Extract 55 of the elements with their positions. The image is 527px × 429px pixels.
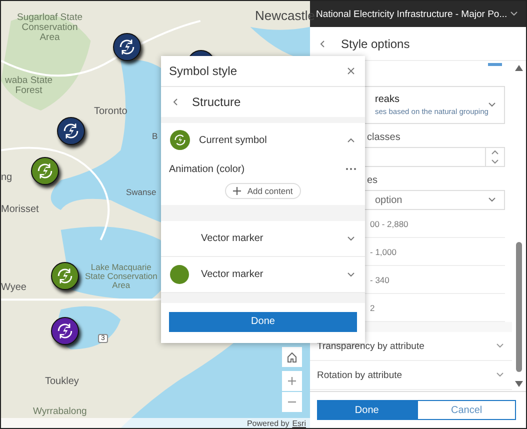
attribution-link[interactable]: Esri — [292, 418, 306, 428]
close-icon[interactable] — [347, 67, 355, 75]
zoom-in-button[interactable] — [282, 371, 302, 391]
layer-name: Animation (color) — [169, 164, 245, 174]
map-label: Morisset — [1, 205, 39, 216]
cancel-button[interactable]: Cancel — [416, 400, 516, 420]
section-header[interactable]: Transparency by attribute — [310, 332, 512, 361]
chevron-icon — [488, 102, 496, 108]
chevron-icon[interactable] — [347, 272, 355, 278]
plus-icon — [233, 187, 242, 195]
section-header[interactable]: Rotation by attribute — [310, 361, 512, 390]
home-button[interactable] — [282, 347, 302, 367]
map-label: B — [152, 132, 158, 141]
increment-icon[interactable] — [491, 150, 500, 155]
chevron-icon[interactable] — [347, 236, 355, 242]
panel-subtitle: Style options — [341, 36, 410, 50]
done-button[interactable]: Done — [169, 312, 357, 332]
map-label: Wyrrabalong — [33, 407, 87, 417]
map-label: Toukley — [45, 377, 79, 388]
map-label: Sugarloaf State Conservation Area — [17, 13, 82, 43]
chevron-icon[interactable] — [510, 11, 518, 17]
map-label: Toronto — [94, 107, 128, 118]
layer-label[interactable]: Vector marker — [201, 269, 335, 280]
map-label: Swanse — [126, 188, 156, 197]
add-content-button[interactable]: Add content — [225, 183, 301, 199]
layer-label[interactable]: Vector marker — [201, 233, 335, 244]
scrollbar-thumb[interactable] — [516, 242, 522, 372]
range-label: 2 — [370, 302, 375, 312]
decrement-icon[interactable] — [491, 159, 500, 164]
method-title: reaks — [375, 94, 400, 105]
plus-icon — [287, 376, 297, 386]
dialog-title: Symbol style — [169, 64, 238, 78]
dialog-subtitle: Structure — [192, 95, 241, 109]
map-label: Lake Macquarie State Conservation Area — [85, 263, 158, 290]
range-label: 00 - 2,880 — [370, 218, 408, 228]
range-label: - 1,000 — [370, 246, 396, 256]
field-label: classes — [367, 132, 400, 143]
attribution-text: Powered by — [246, 418, 290, 428]
map-label: Wyee — [1, 283, 26, 294]
minus-icon — [287, 401, 297, 403]
home-icon — [286, 351, 298, 363]
scroll-down-icon[interactable] — [515, 381, 524, 387]
more-icon[interactable] — [345, 167, 357, 171]
back-icon[interactable] — [319, 40, 325, 48]
back-icon[interactable] — [172, 98, 178, 106]
chevron-icon[interactable] — [347, 137, 355, 143]
range-label: - 340 — [370, 274, 390, 284]
current-symbol-label[interactable]: Current symbol — [199, 134, 338, 146]
done-button[interactable]: Done — [317, 400, 417, 420]
map-label: ng — [1, 173, 12, 184]
panel-title: National Electricity Infrastructure - Major Po... — [316, 8, 508, 20]
field-label: es — [367, 175, 378, 186]
map-label: waba State Forest — [5, 76, 53, 96]
scroll-up-icon[interactable] — [515, 65, 524, 71]
chevron-icon — [488, 197, 496, 203]
